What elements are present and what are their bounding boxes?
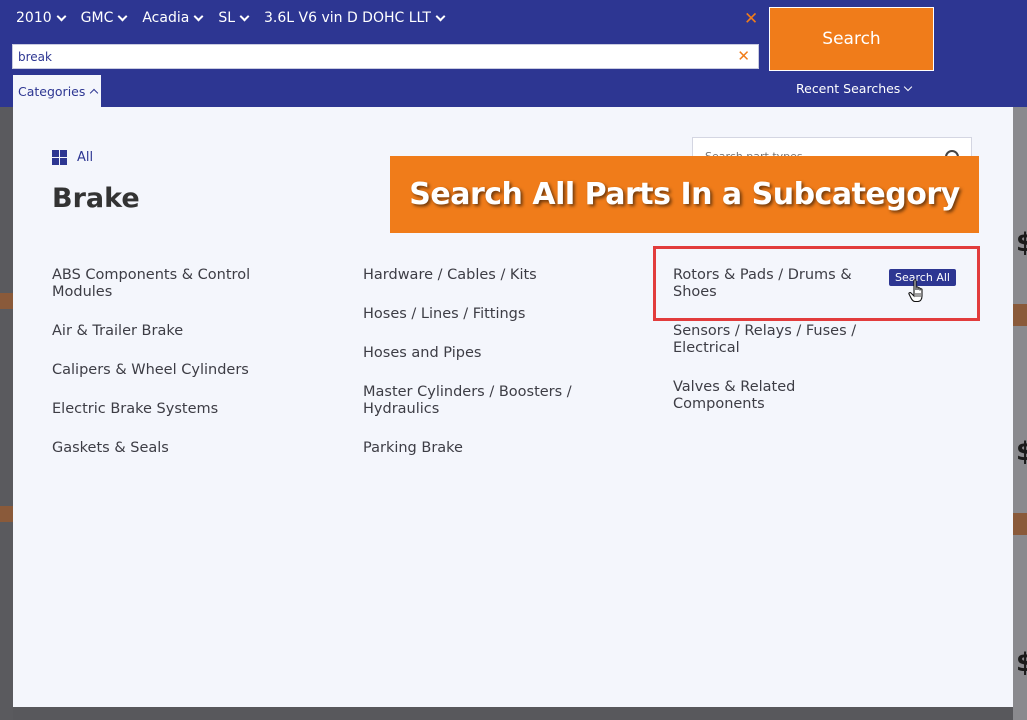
model-label: Acadia: [142, 10, 190, 26]
chevron-down-icon: [239, 11, 250, 21]
subcategory-link[interactable]: Electric Brake Systems: [52, 401, 292, 418]
chevron-up-icon: [90, 88, 99, 98]
clear-vehicle-icon[interactable]: ✕: [744, 9, 758, 29]
recent-searches-label: Recent Searches: [796, 81, 901, 96]
tutorial-banner: Search All Parts In a Subcategory: [390, 156, 979, 233]
recent-searches-dropdown[interactable]: Recent Searches: [796, 81, 913, 96]
model-dropdown[interactable]: Acadia: [142, 10, 204, 26]
make-label: GMC: [80, 10, 114, 26]
background-orange-button: [1013, 304, 1027, 326]
chevron-down-icon: [435, 11, 446, 21]
make-dropdown[interactable]: GMC: [80, 10, 128, 26]
categories-panel: All Brake Search All Parts In a Subcateg…: [13, 107, 1013, 707]
background-left-strip: [0, 107, 13, 720]
subcategory-link[interactable]: Hoses and Pipes: [363, 345, 603, 362]
chevron-down-icon: [193, 11, 204, 21]
subcategory-link[interactable]: Calipers & Wheel Cylinders: [52, 362, 292, 379]
background-orange-button: [1013, 513, 1027, 535]
search-field: ✕: [12, 44, 759, 69]
subcategory-link[interactable]: Master Cylinders / Boosters / Hydraulics: [363, 384, 603, 418]
background-right-strip: [1013, 107, 1027, 720]
grid-icon: [52, 150, 67, 165]
background-price-symbol: $: [1016, 648, 1027, 678]
trim-label: SL: [218, 10, 235, 26]
categories-tab-label: Categories: [18, 83, 86, 99]
engine-dropdown[interactable]: 3.6L V6 vin D DOHC LLT: [264, 10, 446, 26]
vehicle-selector: 2010 GMC Acadia SL 3.6L V6 vin D DOHC LL…: [16, 10, 446, 26]
background-price-symbol: $: [1016, 437, 1027, 467]
subcategory-link[interactable]: Parking Brake: [363, 440, 603, 457]
header-bar: 2010 GMC Acadia SL 3.6L V6 vin D DOHC LL…: [0, 0, 1027, 107]
subcategory-link[interactable]: Hardware / Cables / Kits: [363, 267, 603, 284]
page-title: Brake: [52, 183, 140, 214]
search-button[interactable]: Search: [769, 7, 934, 71]
chevron-down-icon: [904, 82, 913, 91]
year-dropdown[interactable]: 2010: [16, 10, 67, 26]
subcategory-link[interactable]: Air & Trailer Brake: [52, 323, 292, 340]
background-price-symbol: $: [1016, 228, 1027, 258]
trim-dropdown[interactable]: SL: [218, 10, 250, 26]
categories-tab[interactable]: Categories: [13, 75, 101, 107]
hand-cursor-icon: [908, 279, 923, 303]
subcategory-link[interactable]: Hoses / Lines / Fittings: [363, 306, 603, 323]
background-orange-tag: [0, 293, 13, 309]
background-orange-tag: [0, 506, 13, 522]
all-categories-link[interactable]: All: [52, 150, 93, 165]
engine-label: 3.6L V6 vin D DOHC LLT: [264, 10, 431, 26]
chevron-down-icon: [56, 11, 67, 21]
search-input[interactable]: [13, 45, 713, 68]
subcategory-link[interactable]: Gaskets & Seals: [52, 440, 292, 457]
subcategory-link[interactable]: Sensors / Relays / Fuses / Electrical: [673, 323, 858, 357]
all-label: All: [77, 150, 94, 165]
subcategory-column-1: ABS Components & Control Modules Air & T…: [52, 267, 292, 479]
close-icon[interactable]: ✕: [737, 47, 750, 65]
subcategory-link[interactable]: Valves & Related Components: [673, 379, 858, 413]
subcategory-column-2: Hardware / Cables / Kits Hoses / Lines /…: [363, 267, 603, 479]
chevron-down-icon: [117, 11, 128, 21]
year-label: 2010: [16, 10, 52, 26]
subcategory-link[interactable]: ABS Components & Control Modules: [52, 267, 292, 301]
